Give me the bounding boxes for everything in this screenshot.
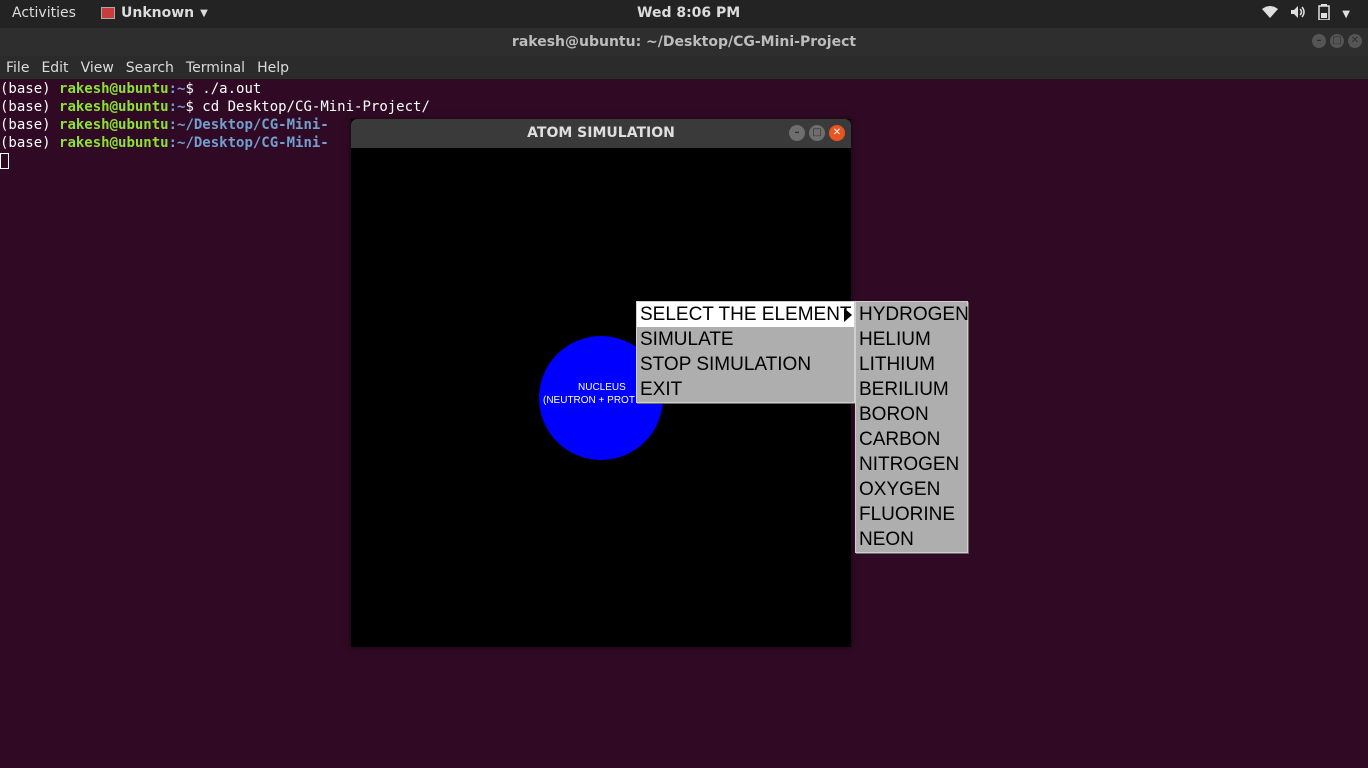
menu-terminal[interactable]: Terminal	[180, 60, 251, 76]
element-item-fluorine[interactable]: FLUORINE	[856, 502, 967, 527]
env-prefix: (base)	[0, 99, 60, 115]
menu-search[interactable]: Search	[120, 60, 180, 76]
chevron-down-icon: ▼	[1342, 8, 1350, 20]
prompt-path: :~	[168, 81, 186, 97]
top-panel: Activities Unknown ▼ Wed 8:06 PM ▼	[0, 0, 1368, 28]
element-item-berilium[interactable]: BERILIUM	[856, 377, 967, 402]
menu-view[interactable]: View	[75, 60, 120, 76]
menu-file[interactable]: File	[0, 60, 35, 76]
terminal-line: (base) rakesh@ubuntu:~$ cd Desktop/CG-Mi…	[0, 98, 1368, 116]
maximize-button[interactable]: □	[809, 125, 825, 141]
menu-edit[interactable]: Edit	[35, 60, 74, 76]
prompt-path: :~/Desktop/CG-Mini-	[168, 117, 329, 133]
menu-item-label: SELECT THE ELEMENT	[640, 304, 852, 325]
element-item-carbon[interactable]: CARBON	[856, 427, 967, 452]
wifi-icon	[1262, 5, 1279, 23]
terminal-title: rakesh@ubuntu: ~/Desktop/CG-Mini-Project	[511, 34, 857, 50]
element-item-lithium[interactable]: LITHIUM	[856, 352, 967, 377]
nucleus-sublabel: (NEUTRON + PROT	[543, 395, 635, 406]
prompt-user: rakesh@ubuntu	[59, 81, 169, 97]
prompt-path: :~/Desktop/CG-Mini-	[168, 135, 329, 151]
menu-item-simulate[interactable]: SIMULATE	[637, 327, 854, 352]
prompt-user: rakesh@ubuntu	[59, 99, 169, 115]
atom-window-titlebar[interactable]: ATOM SIMULATION – □ ✕	[351, 119, 851, 148]
menu-item-select-element[interactable]: SELECT THE ELEMENT	[637, 302, 854, 327]
close-button[interactable]: ✕	[1348, 34, 1362, 48]
maximize-button[interactable]: □	[1330, 34, 1344, 48]
terminal-line: (base) rakesh@ubuntu:~$ ./a.out	[0, 80, 1368, 98]
app-icon	[101, 7, 115, 19]
submenu-arrow-icon	[844, 308, 852, 322]
prompt-path: :~	[168, 99, 186, 115]
command-text: $ cd Desktop/CG-Mini-Project/	[185, 99, 430, 115]
close-button[interactable]: ✕	[829, 125, 845, 141]
element-item-helium[interactable]: HELIUM	[856, 327, 967, 352]
prompt-user: rakesh@ubuntu	[59, 117, 169, 133]
menu-item-exit[interactable]: EXIT	[637, 377, 854, 402]
element-item-neon[interactable]: NEON	[856, 527, 967, 552]
clock[interactable]: Wed 8:06 PM	[637, 5, 740, 21]
minimize-button[interactable]: –	[789, 125, 805, 141]
command-text: $ ./a.out	[185, 81, 262, 97]
element-item-nitrogen[interactable]: NITROGEN	[856, 452, 967, 477]
env-prefix: (base)	[0, 117, 60, 133]
element-item-hydrogen[interactable]: HYDROGEN	[856, 302, 969, 327]
volume-icon	[1290, 5, 1306, 23]
prompt-user: rakesh@ubuntu	[59, 135, 169, 151]
chevron-down-icon: ▼	[200, 7, 208, 19]
env-prefix: (base)	[0, 81, 60, 97]
system-tray[interactable]: ▼	[1262, 4, 1350, 24]
terminal-cursor	[0, 153, 9, 169]
activities-button[interactable]: Activities	[12, 5, 76, 21]
element-submenu: HYDROGEN HELIUM LITHIUM BERILIUM BORON C…	[855, 301, 969, 553]
app-menu[interactable]: Unknown ▼	[101, 5, 208, 21]
battery-icon	[1318, 4, 1331, 24]
element-item-oxygen[interactable]: OXYGEN	[856, 477, 967, 502]
terminal-menubar: File Edit View Search Terminal Help	[0, 56, 1368, 79]
menu-item-stop-simulation[interactable]: STOP SIMULATION	[637, 352, 854, 377]
minimize-button[interactable]: –	[1312, 34, 1326, 48]
element-item-boron[interactable]: BORON	[856, 402, 967, 427]
app-menu-label: Unknown	[121, 5, 195, 21]
env-prefix: (base)	[0, 135, 60, 151]
atom-window-title: ATOM SIMULATION	[527, 125, 675, 141]
menu-help[interactable]: Help	[251, 60, 295, 76]
terminal-titlebar[interactable]: rakesh@ubuntu: ~/Desktop/CG-Mini-Project…	[0, 28, 1368, 56]
nucleus-label: NUCLEUS	[578, 382, 626, 393]
context-menu: SELECT THE ELEMENT SIMULATE STOP SIMULAT…	[636, 301, 855, 403]
